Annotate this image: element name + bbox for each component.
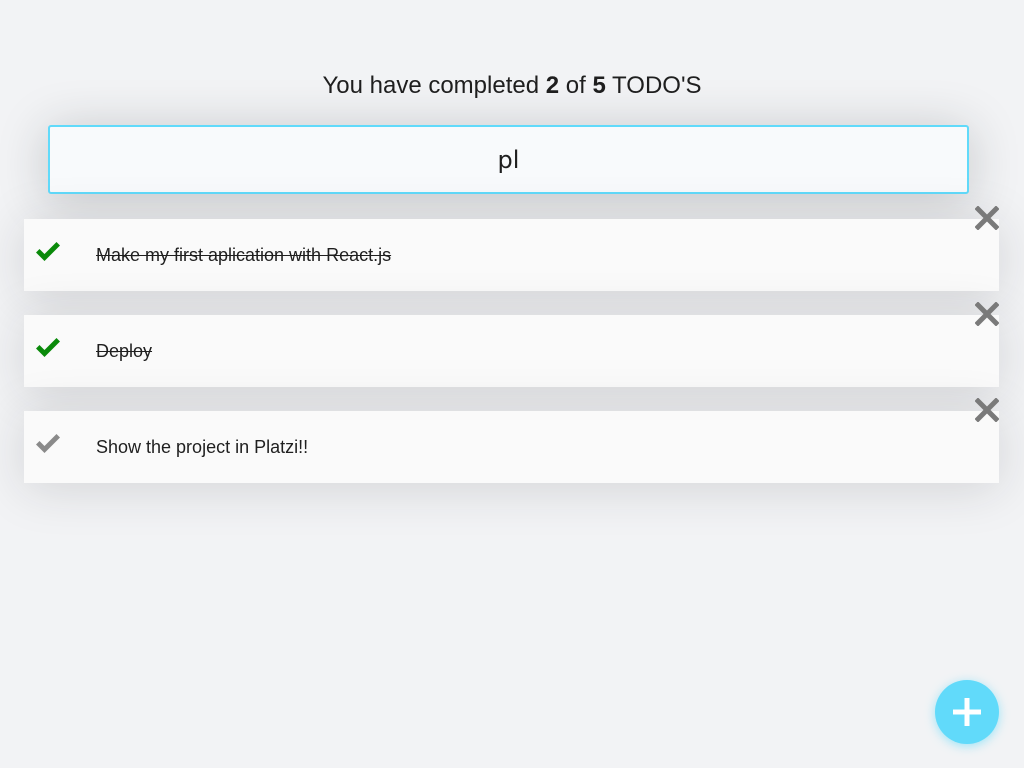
counter-middle: of [565, 72, 586, 99]
close-icon[interactable] [974, 301, 1000, 327]
add-todo-button[interactable] [935, 680, 999, 744]
counter-prefix: You have completed [322, 72, 540, 99]
todo-item: Show the project in Platzi!! [24, 398, 999, 483]
check-icon[interactable] [32, 332, 64, 364]
close-icon[interactable] [974, 205, 1000, 231]
todo-item: Deploy [24, 302, 999, 387]
check-icon[interactable] [32, 428, 64, 460]
todo-text: Make my first aplication with React.js [96, 245, 392, 265]
todo-list: Make my first aplication with React.js D… [24, 206, 999, 507]
search-input[interactable] [48, 125, 969, 194]
todo-text: Show the project in Platzi!! [96, 437, 309, 457]
todo-text: Deploy [96, 341, 153, 361]
counter-suffix: TODO'S [612, 72, 702, 99]
todo-counter: You have completed 2 of 5 TODO'S [0, 68, 1024, 104]
todo-item: Make my first aplication with React.js [24, 206, 999, 291]
total-count: 5 [592, 72, 606, 99]
check-icon[interactable] [32, 236, 64, 268]
close-icon[interactable] [974, 397, 1000, 423]
plus-icon [953, 698, 981, 726]
completed-count: 2 [545, 72, 560, 99]
